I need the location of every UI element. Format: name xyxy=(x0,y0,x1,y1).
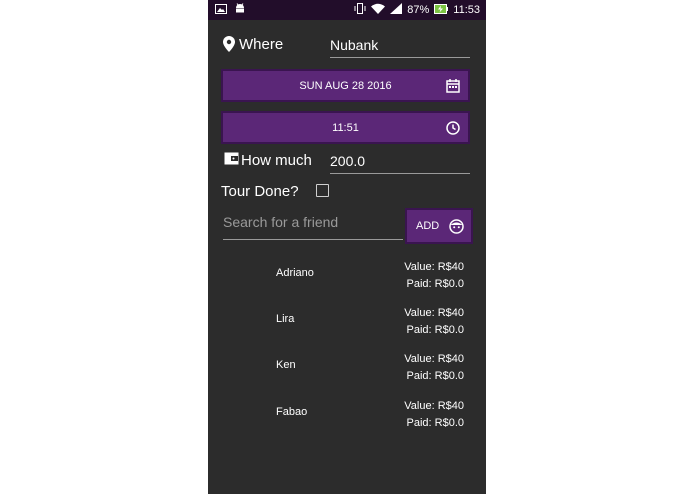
status-time: 11:53 xyxy=(453,4,480,16)
app-screen: 87% 11:53 Where Nubank SUN AUG 28 2016 1… xyxy=(208,0,486,494)
how-much-label: How much xyxy=(241,152,312,169)
clock-icon xyxy=(446,121,460,138)
amount-input[interactable]: 200.0 xyxy=(330,153,470,174)
time-picker-button[interactable]: 11:51 xyxy=(221,111,470,144)
vibrate-icon xyxy=(354,3,366,17)
friend-paid: Paid: R$0.0 xyxy=(406,278,464,290)
wifi-icon xyxy=(371,3,386,17)
friend-item[interactable]: Fabao Value: R$40 Paid: R$0.0 xyxy=(208,392,486,438)
battery-percent: 87% xyxy=(407,4,430,16)
date-label: SUN AUG 28 2016 xyxy=(299,79,392,92)
android-icon xyxy=(235,3,245,17)
where-input[interactable]: Nubank xyxy=(330,37,470,58)
friend-value: Value: R$40 xyxy=(404,353,464,365)
friend-paid: Paid: R$0.0 xyxy=(406,324,464,336)
friend-name: Lira xyxy=(276,313,295,325)
friend-amounts: Value: R$40 Paid: R$0.0 xyxy=(404,351,464,385)
friend-value: Value: R$40 xyxy=(404,307,464,319)
friend-amounts: Value: R$40 Paid: R$0.0 xyxy=(404,305,464,339)
friend-item[interactable]: Lira Value: R$40 Paid: R$0.0 xyxy=(208,299,486,345)
friend-name: Adriano xyxy=(276,267,314,279)
face-icon xyxy=(449,219,464,237)
status-bar: 87% 11:53 xyxy=(208,0,486,20)
time-label: 11:51 xyxy=(332,121,359,134)
calendar-icon xyxy=(446,79,460,96)
tour-done-checkbox[interactable] xyxy=(316,184,329,197)
friend-value: Value: R$40 xyxy=(404,400,464,412)
date-picker-button[interactable]: SUN AUG 28 2016 xyxy=(221,69,470,102)
battery-icon xyxy=(434,3,449,17)
gallery-icon xyxy=(215,3,227,17)
friend-name: Fabao xyxy=(276,406,308,418)
friend-amounts: Value: R$40 Paid: R$0.0 xyxy=(404,398,464,432)
where-label: Where xyxy=(239,36,284,53)
friend-item[interactable]: Ken Value: R$40 Paid: R$0.0 xyxy=(208,345,486,391)
friend-paid: Paid: R$0.0 xyxy=(406,417,464,429)
wallet-icon xyxy=(224,152,239,170)
friend-search-input[interactable]: Search for a friend xyxy=(223,214,403,240)
search-placeholder: Search for a friend xyxy=(223,214,339,230)
add-friend-button[interactable]: ADD xyxy=(405,208,473,244)
signal-icon xyxy=(390,3,403,17)
friend-amounts: Value: R$40 Paid: R$0.0 xyxy=(404,259,464,293)
tour-done-label: Tour Done? xyxy=(221,183,299,200)
friend-item[interactable]: Adriano Value: R$40 Paid: R$0.0 xyxy=(208,253,486,299)
location-pin-icon xyxy=(223,36,235,57)
friend-name: Ken xyxy=(276,359,296,371)
friend-value: Value: R$40 xyxy=(404,261,464,273)
add-label: ADD xyxy=(416,220,440,232)
friend-paid: Paid: R$0.0 xyxy=(406,370,464,382)
